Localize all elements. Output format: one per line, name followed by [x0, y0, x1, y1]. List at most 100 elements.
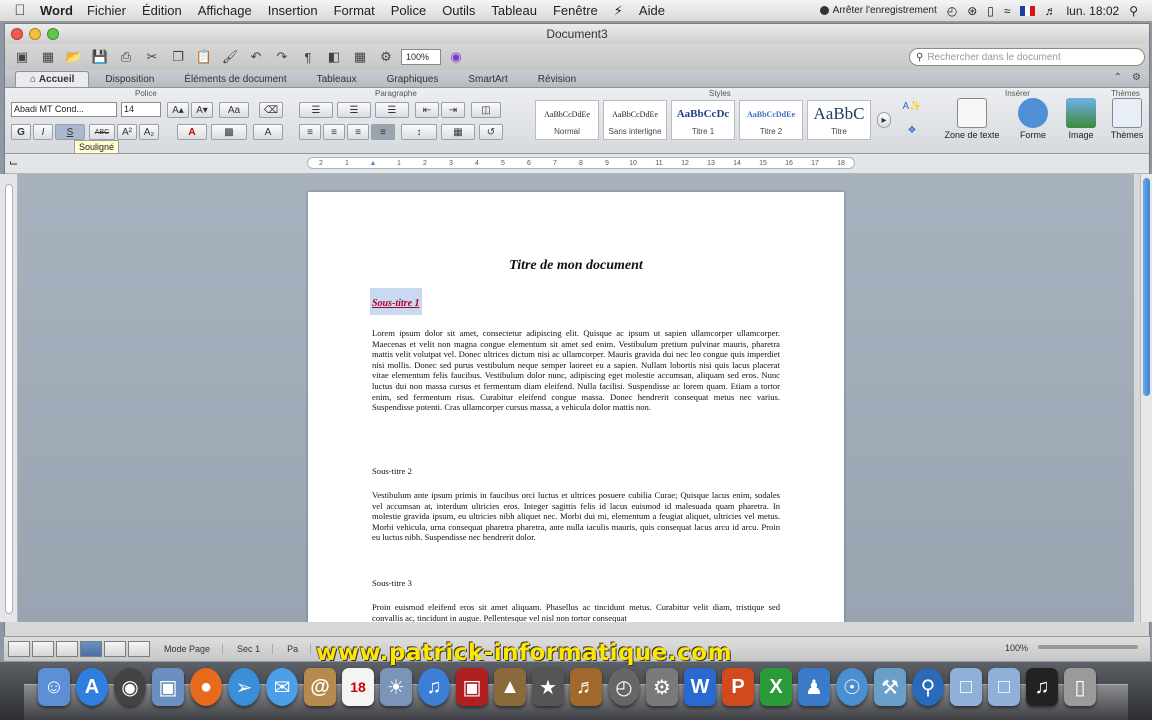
photo-booth-icon[interactable]: ▣: [456, 668, 488, 706]
help-icon[interactable]: ◉: [445, 47, 467, 67]
tab-stop-icon[interactable]: ⌙: [9, 156, 18, 169]
font-size-field[interactable]: 14: [121, 102, 161, 117]
styles-next-icon[interactable]: ▸: [877, 112, 891, 128]
ribbon-settings-icon[interactable]: ⚙: [1132, 72, 1141, 83]
zoom-field[interactable]: 100%: [401, 49, 441, 65]
tab-graphiques[interactable]: Graphiques: [373, 71, 453, 87]
system-preferences-icon[interactable]: ⚙: [646, 668, 678, 706]
tab-tableaux[interactable]: Tableaux: [303, 71, 371, 87]
document-page[interactable]: Titre de mon document Sous-titre 1 Lorem…: [308, 192, 844, 622]
menu-fenetre[interactable]: Fenêtre: [553, 3, 598, 18]
menu-outils[interactable]: Outils: [442, 3, 475, 18]
subtitle-3[interactable]: Sous-titre 3: [372, 578, 412, 588]
paragraph-1[interactable]: Lorem ipsum dolor sit amet, consectetur …: [372, 328, 780, 413]
volume-icon[interactable]: ♬: [1044, 4, 1056, 18]
utility-icon[interactable]: ⚒: [874, 668, 906, 706]
quick-styles-icon[interactable]: A✨: [901, 98, 923, 114]
paragraph-2[interactable]: Vestibulum ante ipsum primis in faucibus…: [372, 490, 780, 543]
zoom-slider[interactable]: [1038, 645, 1138, 649]
ical-icon[interactable]: 18: [342, 668, 374, 706]
garageband-icon[interactable]: ♬: [570, 668, 602, 706]
view-page-button[interactable]: [80, 641, 102, 657]
style-titre[interactable]: AaBbC Titre: [807, 100, 871, 140]
menu-aide[interactable]: Aide: [639, 3, 665, 18]
clear-formatting-icon[interactable]: ⌫: [259, 102, 283, 118]
pilcrow-icon[interactable]: ¶: [297, 47, 319, 67]
tab-accueil[interactable]: ⌂ Accueil: [15, 71, 90, 87]
imovie-icon[interactable]: ★: [532, 668, 564, 706]
templates-icon[interactable]: ▦: [37, 47, 59, 67]
highlight-icon[interactable]: ▩: [211, 124, 247, 140]
paste-icon[interactable]: 📋: [193, 47, 215, 67]
undo-icon[interactable]: ↶: [245, 47, 267, 67]
document-canvas[interactable]: Titre de mon document Sous-titre 1 Lorem…: [18, 174, 1134, 622]
italic-button[interactable]: I: [33, 124, 53, 140]
preview-icon[interactable]: ▣: [152, 668, 184, 706]
justify-icon[interactable]: ≡: [371, 124, 395, 140]
trash-icon[interactable]: ▯: [1064, 668, 1096, 706]
time-machine-icon[interactable]: ◴: [947, 4, 957, 18]
bold-button[interactable]: G: [11, 124, 31, 140]
wifi-icon[interactable]: ≈: [1004, 4, 1011, 18]
menu-insertion[interactable]: Insertion: [268, 3, 318, 18]
collapse-ribbon-icon[interactable]: ⌃: [1114, 72, 1122, 83]
iphoto-icon[interactable]: ☀: [380, 668, 412, 706]
search-app-icon[interactable]: ⚲: [912, 668, 944, 706]
script-icon[interactable]: ⚡: [614, 3, 623, 19]
superscript-icon[interactable]: A²: [117, 124, 137, 140]
align-right-icon[interactable]: ≡: [347, 124, 369, 140]
powerpoint-icon[interactable]: P: [722, 668, 754, 706]
iphoto-library-icon[interactable]: ▲: [494, 668, 526, 706]
firefox-icon[interactable]: ●: [190, 668, 222, 706]
search-field[interactable]: ⚲ Rechercher dans le document: [909, 48, 1145, 66]
vertical-scrollbar[interactable]: [1140, 174, 1152, 622]
decrease-indent-icon[interactable]: ⇤: [415, 102, 439, 118]
itunes-icon[interactable]: ♫: [418, 668, 450, 706]
style-titre-2[interactable]: AaBbCcDdEe Titre 2: [739, 100, 803, 140]
open-icon[interactable]: 📂: [63, 47, 85, 67]
print-icon[interactable]: ⎙: [115, 47, 137, 67]
battery-icon[interactable]: ▯: [987, 4, 994, 18]
menu-edition[interactable]: Édition: [142, 3, 182, 18]
address-book-icon[interactable]: @: [304, 668, 336, 706]
time-machine-dock-icon[interactable]: ◴: [608, 668, 640, 706]
recording-indicator[interactable]: Arrêter l'enregistrement: [819, 5, 937, 16]
numbering-icon[interactable]: ☰: [337, 102, 371, 118]
tab-elements-document[interactable]: Éléments de document: [170, 71, 300, 87]
font-color-icon[interactable]: A: [177, 124, 207, 140]
subtitle-2[interactable]: Sous-titre 2: [372, 466, 412, 476]
text-effects-icon[interactable]: A: [253, 124, 283, 140]
view-draft-button[interactable]: [8, 641, 30, 657]
apple-icon[interactable]: : [0, 2, 40, 19]
menu-app-word[interactable]: Word: [40, 3, 73, 18]
word-icon[interactable]: W: [684, 668, 716, 706]
horizontal-ruler[interactable]: 2 1 ▲ 1 2 3 4 5 6 7 8 9 10 11 12 13 14 1…: [307, 157, 855, 169]
new-document-icon[interactable]: ▣: [11, 47, 33, 67]
style-titre-1[interactable]: AaBbCcDc Titre 1: [671, 100, 735, 140]
tab-disposition[interactable]: Disposition: [91, 71, 168, 87]
menu-fichier[interactable]: Fichier: [87, 3, 126, 18]
spotlight-icon[interactable]: ⚲: [1129, 4, 1138, 18]
messenger-icon[interactable]: ♟: [798, 668, 830, 706]
vertical-ruler[interactable]: [0, 174, 18, 622]
copy-icon[interactable]: ❐: [167, 47, 189, 67]
menubar-clock[interactable]: lun. 18:02: [1066, 4, 1119, 18]
view-notebook-button[interactable]: [56, 641, 78, 657]
view-publishing-button[interactable]: [104, 641, 126, 657]
document-title[interactable]: Titre de mon document: [308, 258, 844, 274]
align-left-icon[interactable]: ≡: [299, 124, 321, 140]
toolbox-icon[interactable]: ⚙: [375, 47, 397, 67]
view-outline-button[interactable]: [32, 641, 54, 657]
shading-icon[interactable]: ▦: [441, 124, 475, 140]
cut-icon[interactable]: ✂: [141, 47, 163, 67]
view-focus-button[interactable]: [128, 641, 150, 657]
change-case-button[interactable]: Aa: [219, 102, 249, 118]
app-store-icon[interactable]: A: [76, 668, 108, 706]
ichat-icon[interactable]: ✉: [266, 668, 298, 706]
itunes-alt-icon[interactable]: ♫: [1026, 668, 1058, 706]
menu-format[interactable]: Format: [334, 3, 375, 18]
gallery-icon[interactable]: ▦: [349, 47, 371, 67]
network-icon[interactable]: ☉: [836, 668, 868, 706]
tab-revision[interactable]: Révision: [524, 71, 590, 87]
subscript-icon[interactable]: A₂: [139, 124, 159, 140]
